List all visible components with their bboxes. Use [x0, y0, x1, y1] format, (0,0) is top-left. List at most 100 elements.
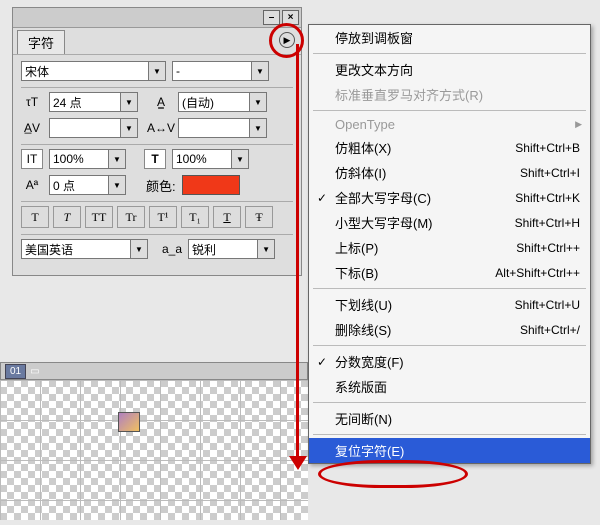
- faux-bold-button[interactable]: T: [21, 206, 49, 228]
- menu-item-label: 下划线(U): [335, 295, 392, 314]
- tab-character[interactable]: 字符: [17, 30, 65, 54]
- menu-item[interactable]: 复位字符(E): [309, 438, 590, 463]
- annotation-circle-reset: [318, 460, 468, 488]
- antialias-input[interactable]: [188, 239, 258, 259]
- dropdown-icon[interactable]: ▼: [131, 239, 148, 259]
- minimize-button[interactable]: –: [263, 10, 280, 25]
- dropdown-icon[interactable]: ▼: [149, 61, 166, 81]
- menu-item[interactable]: 小型大写字母(M) Shift+Ctrl+H: [309, 210, 590, 235]
- dropdown-icon[interactable]: ▼: [121, 118, 138, 138]
- menu-item[interactable]: 系统版面: [309, 374, 590, 399]
- kerning-icon: A̲V: [21, 118, 43, 138]
- hscale-icon: T: [144, 149, 166, 169]
- color-swatch[interactable]: [182, 175, 240, 195]
- tracking-input[interactable]: [178, 118, 250, 138]
- dropdown-icon[interactable]: ▼: [252, 61, 269, 81]
- menu-item-shortcut: Shift+Ctrl++: [516, 241, 580, 255]
- font-family-input[interactable]: [21, 61, 149, 81]
- antialias-prefix: a_a: [162, 242, 182, 256]
- menu-item-shortcut: Shift+Ctrl+/: [520, 323, 580, 337]
- baseline-input[interactable]: [49, 175, 109, 195]
- menu-item-shortcut: Shift+Ctrl+H: [515, 216, 580, 230]
- menu-item-shortcut: Shift+Ctrl+K: [515, 191, 580, 205]
- strikethrough-button[interactable]: Ŧ: [245, 206, 273, 228]
- dropdown-icon[interactable]: ▼: [109, 175, 126, 195]
- menu-item[interactable]: 下划线(U) Shift+Ctrl+U: [309, 292, 590, 317]
- close-button[interactable]: ×: [282, 10, 299, 25]
- menu-item[interactable]: 分数宽度(F): [309, 349, 590, 374]
- menu-item-shortcut: Shift+Ctrl+B: [515, 141, 580, 155]
- font-size-icon: τT: [21, 92, 43, 112]
- panel-tabs: 字符 ▶: [13, 28, 301, 54]
- panel-flyout-button[interactable]: ▶: [279, 32, 295, 48]
- kerning-select[interactable]: ▼: [49, 118, 138, 138]
- font-style-input[interactable]: [172, 61, 252, 81]
- underline-button[interactable]: T: [213, 206, 241, 228]
- frame-icon: ▭: [30, 366, 39, 377]
- dropdown-icon[interactable]: ▼: [258, 239, 275, 259]
- vscale-select[interactable]: ▼: [49, 149, 126, 169]
- menu-item[interactable]: 仿粗体(X)Shift+Ctrl+B: [309, 135, 590, 160]
- kerning-input[interactable]: [49, 118, 121, 138]
- color-label: 颜色:: [146, 176, 176, 195]
- menu-item[interactable]: 停放到调板窗: [309, 25, 590, 50]
- vscale-input[interactable]: [49, 149, 109, 169]
- timeline-strip: 01 ▭: [0, 362, 308, 380]
- tracking-select[interactable]: ▼: [178, 118, 267, 138]
- leading-input[interactable]: [178, 92, 250, 112]
- dropdown-icon[interactable]: ▼: [250, 118, 267, 138]
- font-size-input[interactable]: [49, 92, 121, 112]
- menu-item[interactable]: 下标(B) Alt+Shift+Ctrl++: [309, 260, 590, 285]
- menu-item[interactable]: 无间断(N): [309, 406, 590, 431]
- hscale-select[interactable]: ▼: [172, 149, 249, 169]
- language-input[interactable]: [21, 239, 131, 259]
- panel-flyout-menu: 停放到调板窗更改文本方向标准垂直罗马对齐方式(R) OpenType 仿粗体(X)S…: [308, 24, 591, 464]
- menu-item[interactable]: 上标(P) Shift+Ctrl++: [309, 235, 590, 260]
- dropdown-icon[interactable]: ▼: [250, 92, 267, 112]
- menu-item-label: 仿斜体(I): [335, 163, 386, 182]
- menu-item-label: 下标(B): [335, 263, 378, 282]
- menu-item-label: 复位字符(E): [335, 441, 404, 460]
- canvas-object[interactable]: [118, 412, 140, 432]
- hscale-input[interactable]: [172, 149, 232, 169]
- menu-item-shortcut: Shift+Ctrl+U: [515, 298, 580, 312]
- tracking-icon: A↔V: [150, 118, 172, 138]
- vscale-icon: IT: [21, 149, 43, 169]
- smallcaps-button[interactable]: Tr: [117, 206, 145, 228]
- font-family-select[interactable]: ▼: [21, 61, 166, 81]
- menu-item-label: OpenType: [335, 117, 395, 132]
- font-style-select[interactable]: ▼: [172, 61, 269, 81]
- menu-item: OpenType: [309, 114, 590, 135]
- subscript-button[interactable]: T₁: [181, 206, 209, 228]
- antialias-select[interactable]: ▼: [188, 239, 275, 259]
- menu-item-label: 上标(P): [335, 238, 378, 257]
- frame-number: 01: [5, 364, 26, 379]
- panel-titlebar: – ×: [13, 8, 301, 28]
- allcaps-button[interactable]: TT: [85, 206, 113, 228]
- baseline-select[interactable]: ▼: [49, 175, 126, 195]
- menu-item[interactable]: 删除线(S) Shift+Ctrl+/: [309, 317, 590, 342]
- leading-select[interactable]: ▼: [178, 92, 267, 112]
- dropdown-icon[interactable]: ▼: [109, 149, 126, 169]
- menu-item-label: 全部大写字母(C): [335, 188, 431, 207]
- menu-item-shortcut: Alt+Shift+Ctrl++: [495, 266, 580, 280]
- canvas-grid: [0, 380, 308, 520]
- menu-item: 标准垂直罗马对齐方式(R): [309, 82, 590, 107]
- baseline-icon: Aª: [21, 175, 43, 195]
- menu-item[interactable]: 更改文本方向: [309, 57, 590, 82]
- font-size-select[interactable]: ▼: [49, 92, 138, 112]
- superscript-button[interactable]: T¹: [149, 206, 177, 228]
- menu-item-label: 小型大写字母(M): [335, 213, 433, 232]
- dropdown-icon[interactable]: ▼: [232, 149, 249, 169]
- menu-item-label: 删除线(S): [335, 320, 391, 339]
- menu-item-label: 系统版面: [335, 377, 387, 396]
- menu-item[interactable]: 仿斜体(I)Shift+Ctrl+I: [309, 160, 590, 185]
- leading-icon: A͇: [150, 92, 172, 112]
- menu-item-label: 无间断(N): [335, 409, 392, 428]
- menu-item[interactable]: 全部大写字母(C) Shift+Ctrl+K: [309, 185, 590, 210]
- language-select[interactable]: ▼: [21, 239, 148, 259]
- dropdown-icon[interactable]: ▼: [121, 92, 138, 112]
- faux-italic-button[interactable]: T: [53, 206, 81, 228]
- menu-item-label: 分数宽度(F): [335, 352, 404, 371]
- annotation-arrow-head: [289, 456, 307, 470]
